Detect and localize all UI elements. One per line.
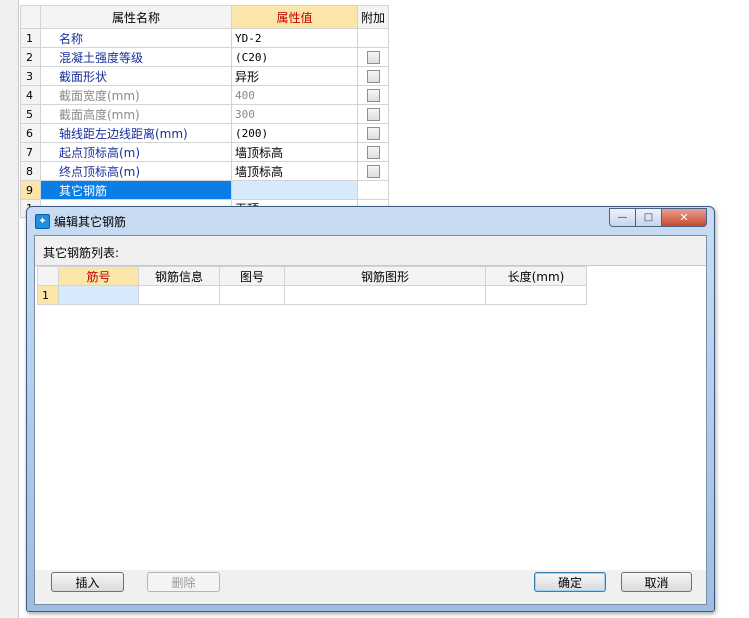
- edit-other-rebar-dialog: ✦ 编辑其它钢筋 — □ ✕ 其它钢筋列表: 筋号 钢筋信息 图号 钢筋图形 长…: [26, 206, 715, 612]
- row-number: 1: [20, 28, 41, 48]
- property-grid-header: 属性名称 属性值 附加: [20, 5, 389, 29]
- cancel-button[interactable]: 取消: [621, 572, 692, 592]
- extra-cell: [357, 28, 389, 48]
- property-name[interactable]: 截面宽度(mm): [40, 85, 232, 105]
- table-row[interactable]: 1 名称 YD-2: [20, 28, 389, 48]
- property-name[interactable]: 名称: [40, 28, 232, 48]
- property-value[interactable]: (C20): [231, 47, 358, 67]
- extra-header: 附加: [357, 5, 389, 29]
- bar-number-cell[interactable]: [58, 285, 139, 305]
- figure-number-cell[interactable]: [219, 285, 285, 305]
- ok-button[interactable]: 确定: [534, 572, 606, 592]
- extra-checkbox[interactable]: [366, 146, 380, 159]
- row-number: 3: [20, 66, 41, 86]
- extra-cell: [357, 66, 389, 86]
- delete-button[interactable]: 删除: [147, 572, 220, 592]
- extra-cell: [357, 180, 389, 200]
- row-number: 6: [20, 123, 41, 143]
- property-value[interactable]: 400: [231, 85, 358, 105]
- property-value-header: 属性值: [231, 5, 358, 29]
- property-name[interactable]: 截面形状: [40, 66, 232, 86]
- table-row[interactable]: 8 终点顶标高(m) 墙顶标高: [20, 161, 389, 181]
- property-name[interactable]: 其它钢筋: [40, 180, 232, 200]
- rebar-grid: 筋号 钢筋信息 图号 钢筋图形 长度(mm) 1: [37, 266, 587, 305]
- rebar-info-cell[interactable]: [138, 285, 220, 305]
- rebar-info-header[interactable]: 钢筋信息: [138, 266, 220, 286]
- property-value[interactable]: [231, 180, 358, 200]
- row-number: 4: [20, 85, 41, 105]
- extra-checkbox[interactable]: [366, 108, 380, 121]
- extra-cell: [357, 47, 389, 67]
- table-row[interactable]: 3 截面形状 异形: [20, 66, 389, 86]
- left-panel-edge: [0, 0, 19, 618]
- row-number: 7: [20, 142, 41, 162]
- property-name[interactable]: 混凝土强度等级: [40, 47, 232, 67]
- dialog-title: 编辑其它钢筋: [54, 215, 127, 229]
- table-row[interactable]: 6 轴线距左边线距离(mm) (200): [20, 123, 389, 143]
- rebar-list-label: 其它钢筋列表:: [43, 246, 120, 260]
- rebar-shape-header[interactable]: 钢筋图形: [284, 266, 486, 286]
- extra-cell: [357, 104, 389, 124]
- property-name[interactable]: 起点顶标高(m): [40, 142, 232, 162]
- rebar-grid-area[interactable]: 筋号 钢筋信息 图号 钢筋图形 长度(mm) 1: [35, 265, 706, 570]
- dialog-client: 其它钢筋列表: 筋号 钢筋信息 图号 钢筋图形 长度(mm) 1 插入 删除 确…: [34, 235, 707, 605]
- extra-checkbox[interactable]: [366, 127, 380, 140]
- extra-checkbox[interactable]: [366, 70, 380, 83]
- property-value[interactable]: YD-2: [231, 28, 358, 48]
- property-value[interactable]: 墙顶标高: [231, 142, 358, 162]
- row-number: 8: [20, 161, 41, 181]
- rebar-shape-cell[interactable]: [284, 285, 486, 305]
- extra-cell: [357, 142, 389, 162]
- extra-cell: [357, 123, 389, 143]
- maximize-button[interactable]: □: [636, 208, 662, 227]
- table-row[interactable]: 5 截面高度(mm) 300: [20, 104, 389, 124]
- bar-number-header[interactable]: 筋号: [58, 266, 139, 286]
- property-value[interactable]: 300: [231, 104, 358, 124]
- figure-number-header[interactable]: 图号: [219, 266, 285, 286]
- table-row-selected[interactable]: 9 其它钢筋: [20, 180, 389, 200]
- extra-checkbox[interactable]: [366, 51, 380, 64]
- property-value[interactable]: 异形: [231, 66, 358, 86]
- close-button[interactable]: ✕: [662, 208, 707, 227]
- length-cell[interactable]: [485, 285, 587, 305]
- table-row[interactable]: 1: [37, 285, 587, 305]
- extra-checkbox[interactable]: [366, 89, 380, 102]
- property-name-header: 属性名称: [40, 5, 232, 29]
- property-grid: 属性名称 属性值 附加 1 名称 YD-2 2 混凝土强度等级 (C20) 3 …: [20, 5, 389, 218]
- rebar-grid-header: 筋号 钢筋信息 图号 钢筋图形 长度(mm): [37, 266, 587, 286]
- property-name[interactable]: 终点顶标高(m): [40, 161, 232, 181]
- property-value[interactable]: 墙顶标高: [231, 161, 358, 181]
- row-number-header: [20, 5, 41, 29]
- minimize-button[interactable]: —: [609, 208, 636, 227]
- property-name[interactable]: 截面高度(mm): [40, 104, 232, 124]
- extra-cell: [357, 161, 389, 181]
- row-number: 2: [20, 47, 41, 67]
- row-number: 9: [20, 180, 41, 200]
- row-number-header: [37, 266, 59, 286]
- property-value[interactable]: (200): [231, 123, 358, 143]
- table-row[interactable]: 7 起点顶标高(m) 墙顶标高: [20, 142, 389, 162]
- insert-button[interactable]: 插入: [51, 572, 124, 592]
- table-row[interactable]: 4 截面宽度(mm) 400: [20, 85, 389, 105]
- row-number: 5: [20, 104, 41, 124]
- extra-checkbox[interactable]: [366, 165, 380, 178]
- row-number: 1: [37, 285, 59, 305]
- app-icon: ✦: [35, 214, 50, 229]
- dialog-titlebar[interactable]: ✦ 编辑其它钢筋 — □ ✕: [27, 207, 714, 235]
- table-row[interactable]: 2 混凝土强度等级 (C20): [20, 47, 389, 67]
- property-name[interactable]: 轴线距左边线距离(mm): [40, 123, 232, 143]
- length-header[interactable]: 长度(mm): [485, 266, 587, 286]
- extra-cell: [357, 85, 389, 105]
- window-controls: — □ ✕: [609, 208, 707, 227]
